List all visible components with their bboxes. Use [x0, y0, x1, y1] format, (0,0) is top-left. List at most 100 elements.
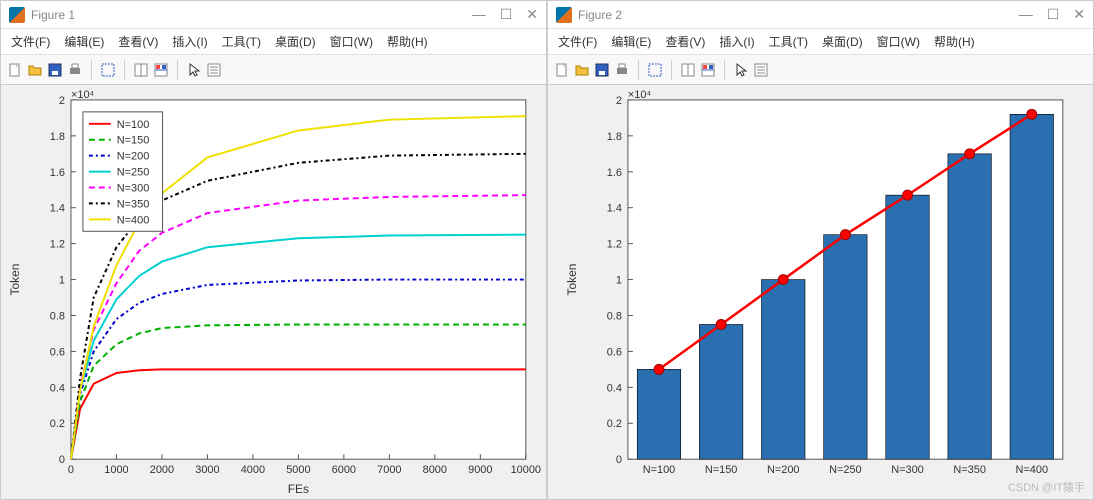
y-tick-label: 0.8	[607, 310, 622, 322]
menu-item-2[interactable]: 查看(V)	[118, 33, 158, 50]
x-tick-label: 6000	[332, 464, 356, 476]
menu-item-0[interactable]: 文件(F)	[558, 33, 597, 50]
properties-icon[interactable]	[206, 62, 222, 78]
figure-1-window: Figure 1 — ☐ ✕ 文件(F) 编辑(E) 查看(V) 插入(I) 工具(T)…	[0, 0, 547, 500]
x-tick-label: N=350	[953, 464, 986, 476]
menu-item-5[interactable]: 桌面(D)	[275, 33, 316, 50]
maximize-button[interactable]: ☐	[500, 6, 513, 23]
bar	[762, 280, 805, 460]
y-tick-label: 0.6	[50, 346, 65, 358]
chart-area-1: 0100020003000400050006000700080009000100…	[1, 85, 546, 499]
marker	[778, 275, 788, 285]
minimize-button[interactable]: —	[472, 6, 486, 23]
legend-label: N=100	[117, 119, 150, 131]
rect-select-icon[interactable]	[100, 62, 116, 78]
marker	[965, 149, 975, 159]
menu-item-1[interactable]: 编辑(E)	[64, 33, 104, 50]
x-label: FEs	[288, 482, 309, 496]
separator	[124, 60, 125, 80]
tile-v-icon[interactable]	[700, 62, 716, 78]
y-tick-label: 1.8	[607, 131, 622, 143]
maximize-button[interactable]: ☐	[1047, 6, 1060, 23]
y-tick-label: 0	[616, 454, 622, 466]
save-icon[interactable]	[47, 62, 63, 78]
rect-select-icon[interactable]	[647, 62, 663, 78]
x-tick-label: N=100	[643, 464, 676, 476]
menu-item-0[interactable]: 文件(F)	[11, 33, 50, 50]
legend-label: N=350	[117, 198, 150, 210]
menu-item-4[interactable]: 工具(T)	[222, 33, 261, 50]
save-icon[interactable]	[594, 62, 610, 78]
marker	[716, 319, 726, 329]
x-tick-label: 0	[68, 464, 74, 476]
menu-item-7[interactable]: 帮助(H)	[934, 33, 975, 50]
matlab-logo-icon	[9, 7, 25, 23]
y-tick-label: 1.6	[50, 167, 65, 179]
open-icon[interactable]	[27, 62, 43, 78]
y-label: Token	[8, 264, 22, 296]
bar	[699, 324, 742, 459]
separator	[638, 60, 639, 80]
window-title: Figure 1	[31, 8, 75, 22]
pointer-icon[interactable]	[733, 62, 749, 78]
menu-item-2[interactable]: 查看(V)	[665, 33, 705, 50]
menu-item-3[interactable]: 插入(I)	[172, 33, 207, 50]
menu-item-6[interactable]: 窗口(W)	[877, 33, 920, 50]
bar	[824, 235, 867, 460]
y-tick-label: 2	[59, 95, 65, 107]
tile-v-icon[interactable]	[153, 62, 169, 78]
pointer-icon[interactable]	[186, 62, 202, 78]
menu-item-1[interactable]: 编辑(E)	[611, 33, 651, 50]
menubar: 文件(F) 编辑(E) 查看(V) 插入(I) 工具(T) 桌面(D) 窗口(W) 帮助(H)	[548, 29, 1093, 55]
legend-label: N=250	[117, 167, 150, 179]
print-icon[interactable]	[614, 62, 630, 78]
watermark: CSDN @IT猿手	[1008, 479, 1085, 495]
tile-h-icon[interactable]	[680, 62, 696, 78]
y-tick-label: 1.8	[50, 131, 65, 143]
minimize-button[interactable]: —	[1019, 6, 1033, 23]
new-icon[interactable]	[554, 62, 570, 78]
y-multiplier: ×10⁴	[71, 89, 95, 101]
toolbar	[1, 55, 546, 85]
menu-item-7[interactable]: 帮助(H)	[387, 33, 428, 50]
y-tick-label: 0.2	[607, 418, 622, 430]
x-tick-label: N=400	[1015, 464, 1048, 476]
y-tick-label: 2	[616, 95, 622, 107]
menubar: 文件(F) 编辑(E) 查看(V) 插入(I) 工具(T) 桌面(D) 窗口(W) 帮助(H)	[1, 29, 546, 55]
separator	[724, 60, 725, 80]
menu-item-5[interactable]: 桌面(D)	[822, 33, 863, 50]
marker	[903, 190, 913, 200]
x-tick-label: 7000	[377, 464, 401, 476]
new-icon[interactable]	[7, 62, 23, 78]
menu-item-4[interactable]: 工具(T)	[769, 33, 808, 50]
legend-label: N=300	[117, 182, 150, 194]
bar-chart: 00.20.40.60.811.21.41.61.82×10⁴TokenN=10…	[548, 85, 1093, 499]
bar	[1010, 114, 1053, 459]
y-tick-label: 1.4	[607, 203, 622, 215]
y-label: Token	[565, 264, 579, 296]
tile-h-icon[interactable]	[133, 62, 149, 78]
print-icon[interactable]	[67, 62, 83, 78]
close-button[interactable]: ✕	[526, 6, 538, 23]
marker	[654, 364, 664, 374]
x-tick-label: 3000	[195, 464, 219, 476]
properties-icon[interactable]	[753, 62, 769, 78]
open-icon[interactable]	[574, 62, 590, 78]
x-tick-label: 1000	[104, 464, 128, 476]
menu-item-6[interactable]: 窗口(W)	[330, 33, 373, 50]
marker	[840, 230, 850, 240]
close-button[interactable]: ✕	[1073, 6, 1085, 23]
menu-item-3[interactable]: 插入(I)	[719, 33, 754, 50]
window-title: Figure 2	[578, 8, 622, 22]
y-tick-label: 0.2	[50, 418, 65, 430]
legend-label: N=200	[117, 151, 150, 163]
x-tick-label: 9000	[468, 464, 492, 476]
bar	[637, 369, 680, 459]
legend: N=100N=150N=200N=250N=300N=350N=400	[83, 112, 163, 231]
marker	[1027, 109, 1037, 119]
y-tick-label: 1.2	[50, 239, 65, 251]
separator	[91, 60, 92, 80]
y-tick-label: 1	[616, 275, 622, 287]
matlab-logo-icon	[556, 7, 572, 23]
x-tick-label: N=250	[829, 464, 862, 476]
